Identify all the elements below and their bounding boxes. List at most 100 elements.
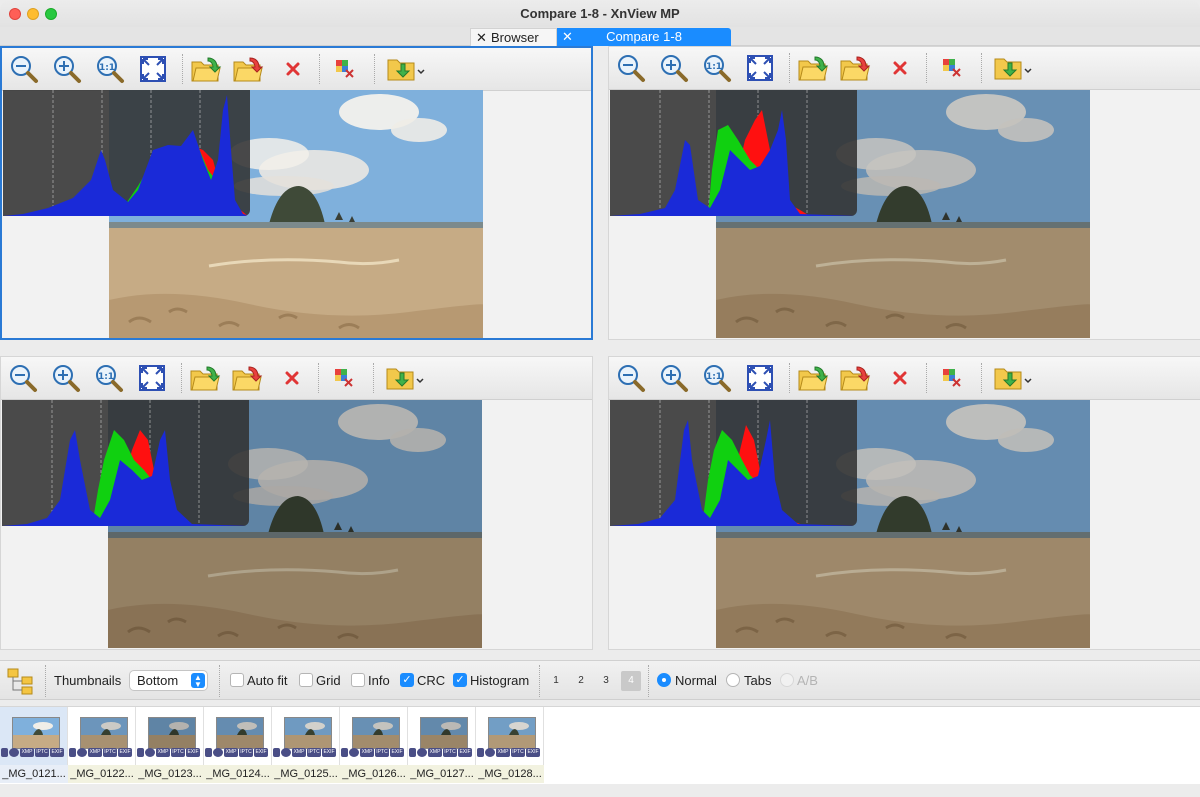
delete-icon[interactable]: [277, 54, 309, 84]
layout-1-button[interactable]: 1: [546, 671, 566, 691]
metadata-badges: XMP IPTC EXIF: [408, 748, 476, 758]
fit-to-window-icon[interactable]: [744, 53, 776, 83]
layout-2-button[interactable]: 2: [571, 671, 591, 691]
save-file-icon[interactable]: [231, 363, 263, 393]
badge-exif: EXIF: [526, 748, 540, 757]
fit-to-window-icon[interactable]: [744, 363, 776, 393]
open-file-icon[interactable]: [190, 54, 222, 84]
separator: [926, 363, 927, 393]
separator: [789, 53, 790, 83]
zoom-actual-size-icon[interactable]: 1:1: [701, 53, 733, 83]
badge-marker: [137, 748, 144, 757]
tab-bar: ✕ Browser ✕ Compare 1-8: [0, 27, 1200, 46]
separator: [981, 363, 982, 393]
histogram-overlay: [610, 400, 857, 526]
badge-xmp: XMP: [292, 748, 306, 757]
thumbnail-item[interactable]: XMP IPTC EXIF _MG_0124...: [204, 707, 272, 783]
histogram-overlay: [2, 400, 249, 526]
compare-diff-icon[interactable]: [936, 363, 968, 393]
badge-iptc: IPTC: [375, 748, 389, 757]
compare-diff-icon[interactable]: [329, 54, 361, 84]
zoom-out-icon[interactable]: [7, 363, 39, 393]
thumbnails-position-select[interactable]: Bottom ▲ ▼: [129, 670, 208, 691]
grid-label: Grid: [316, 673, 341, 688]
separator: [181, 363, 182, 393]
compare-pane-4[interactable]: 1:1: [608, 356, 1200, 650]
tree-layout-icon[interactable]: [7, 667, 35, 695]
zoom-window-button[interactable]: [45, 8, 57, 20]
layout-3-button[interactable]: 3: [596, 671, 616, 691]
compare-pane-1[interactable]: 1:1: [0, 46, 593, 340]
open-file-icon[interactable]: [189, 363, 221, 393]
info-label: Info: [368, 673, 390, 688]
zoom-out-icon[interactable]: [8, 54, 40, 84]
thumbnail-item[interactable]: XMP IPTC EXIF _MG_0127...: [408, 707, 476, 783]
tab-compare[interactable]: ✕ Compare 1-8: [557, 28, 731, 46]
zoom-in-icon[interactable]: [50, 363, 82, 393]
badge-marker: [1, 748, 8, 757]
zoom-in-icon[interactable]: [658, 53, 690, 83]
rotate-icon: [77, 748, 87, 757]
fit-to-window-icon[interactable]: [136, 363, 168, 393]
close-window-button[interactable]: [9, 8, 21, 20]
thumbnail-item[interactable]: XMP IPTC EXIF _MG_0125...: [272, 707, 340, 783]
rotate-icon: [417, 748, 427, 757]
thumbnail-item[interactable]: XMP IPTC EXIF _MG_0128...: [476, 707, 544, 783]
badge-exif: EXIF: [322, 748, 336, 757]
pane-toolbar: 1:1: [609, 47, 1200, 90]
separator: [219, 665, 220, 697]
layout-4-button[interactable]: 4: [621, 671, 641, 691]
thumbnail-item[interactable]: XMP IPTC EXIF _MG_0126...: [340, 707, 408, 783]
badge-exif: EXIF: [254, 748, 268, 757]
open-file-icon[interactable]: [797, 53, 829, 83]
zoom-in-icon[interactable]: [51, 54, 83, 84]
save-file-icon[interactable]: [839, 363, 871, 393]
compare-pane-2[interactable]: 1:1: [608, 46, 1200, 340]
zoom-actual-size-icon[interactable]: 1:1: [94, 54, 126, 84]
pane-toolbar: 1:1: [2, 48, 591, 91]
tab-browser[interactable]: ✕ Browser: [470, 28, 557, 46]
thumbnail-item[interactable]: XMP IPTC EXIF _MG_0121...: [0, 707, 68, 783]
compare-pane-3[interactable]: 1:1: [0, 356, 593, 650]
metadata-badges: XMP IPTC EXIF: [136, 748, 204, 758]
minimize-window-button[interactable]: [27, 8, 39, 20]
auto-fit-checkbox[interactable]: [230, 673, 244, 687]
fit-to-window-icon[interactable]: [137, 54, 169, 84]
separator: [539, 665, 540, 697]
mode-normal-radio[interactable]: [657, 673, 671, 687]
folder-move-icon[interactable]: [386, 54, 430, 84]
crc-checkbox[interactable]: ✓: [400, 673, 414, 687]
badge-exif: EXIF: [390, 748, 404, 757]
zoom-in-icon[interactable]: [658, 363, 690, 393]
tab-label: Compare 1-8: [606, 29, 682, 44]
delete-icon[interactable]: [884, 53, 916, 83]
close-tab-icon[interactable]: ✕: [562, 28, 573, 45]
save-file-icon[interactable]: [839, 53, 871, 83]
thumbnail-item[interactable]: XMP IPTC EXIF _MG_0122...: [68, 707, 136, 783]
badge-marker: [477, 748, 484, 757]
badge-exif: EXIF: [458, 748, 472, 757]
thumbnail-item[interactable]: XMP IPTC EXIF _MG_0123...: [136, 707, 204, 783]
zoom-out-icon[interactable]: [615, 53, 647, 83]
delete-icon[interactable]: [276, 363, 308, 393]
histogram-label: Histogram: [470, 673, 530, 688]
mode-tabs-radio[interactable]: [726, 673, 740, 687]
compare-diff-icon[interactable]: [328, 363, 360, 393]
folder-move-icon[interactable]: [993, 363, 1037, 393]
grid-checkbox[interactable]: [299, 673, 313, 687]
metadata-badges: XMP IPTC EXIF: [340, 748, 408, 758]
open-file-icon[interactable]: [797, 363, 829, 393]
folder-move-icon[interactable]: [385, 363, 429, 393]
close-tab-icon[interactable]: ✕: [476, 29, 487, 46]
info-checkbox[interactable]: [351, 673, 365, 687]
delete-icon[interactable]: [884, 363, 916, 393]
zoom-actual-size-icon[interactable]: 1:1: [701, 363, 733, 393]
save-file-icon[interactable]: [232, 54, 264, 84]
zoom-out-icon[interactable]: [615, 363, 647, 393]
zoom-actual-size-icon[interactable]: 1:1: [93, 363, 125, 393]
compare-diff-icon[interactable]: [936, 53, 968, 83]
histogram-checkbox[interactable]: ✓: [453, 673, 467, 687]
mode-ab-label: A/B: [797, 673, 818, 688]
mode-ab-radio: [780, 673, 794, 687]
folder-move-icon[interactable]: [993, 53, 1037, 83]
